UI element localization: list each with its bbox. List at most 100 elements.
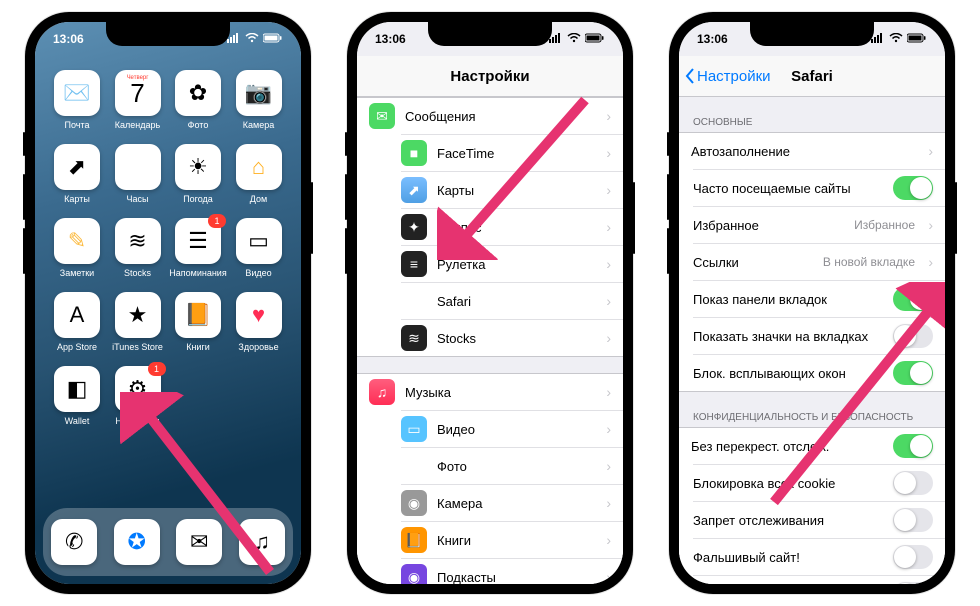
weather-app[interactable]: ☀︎ Погода	[168, 144, 228, 204]
battery-icon	[907, 32, 927, 46]
app-label: Камера	[229, 120, 289, 130]
safari-row[interactable]: ✪Safari›	[401, 282, 623, 319]
app-label: Книги	[168, 342, 228, 352]
toggle[interactable]	[893, 287, 933, 311]
stocks-app[interactable]: ≋ Stocks	[108, 218, 168, 278]
autofill-row[interactable]: Автозаполнение›	[679, 133, 945, 169]
cross-track-row[interactable]: Без перекрест. отслеж.	[679, 428, 945, 464]
photos-app[interactable]: ✿Фото	[168, 70, 228, 130]
health-app[interactable]: ♥Здоровье	[229, 292, 289, 352]
chevron-icon: ›	[606, 182, 611, 198]
cookies-row[interactable]: Блокировка всех cookie	[693, 464, 945, 501]
music-row-icon: ♫	[369, 379, 395, 405]
facetime-row[interactable]: ■FaceTime›	[401, 134, 623, 171]
maps-app-icon: ⬈	[54, 144, 100, 190]
app-label: Фото	[168, 120, 228, 130]
app-label: Заметки	[47, 268, 107, 278]
photos-row-icon: ✿	[401, 453, 427, 479]
fav-row[interactable]: ИзбранноеИзбранное›	[693, 206, 945, 243]
app-label: Погода	[168, 194, 228, 204]
app-label: Видео	[229, 268, 289, 278]
back-button[interactable]: Настройки	[685, 68, 771, 85]
appstore-app-icon: A	[54, 292, 100, 338]
row-label: Компас	[437, 220, 482, 235]
stocks-row[interactable]: ≋Stocks›	[401, 319, 623, 356]
safari-app[interactable]: ✪	[107, 519, 167, 565]
row-value: Избранное	[854, 218, 915, 232]
phone-app[interactable]: ✆	[44, 519, 104, 565]
messages-row[interactable]: ✉︎Сообщения›	[357, 98, 623, 134]
dnt-row[interactable]: Запрет отслеживания	[693, 501, 945, 538]
row-label: Ссылки	[693, 255, 739, 270]
camera-row[interactable]: ◉Камера›	[401, 484, 623, 521]
notch	[750, 22, 874, 46]
maps-row[interactable]: ⬈Карты›	[401, 171, 623, 208]
toggle[interactable]	[893, 176, 933, 200]
home-app[interactable]: ⌂Дом	[229, 144, 289, 204]
video-row[interactable]: ▭Видео›	[401, 410, 623, 447]
appstore-app[interactable]: AApp Store	[47, 292, 107, 352]
row-label: Сообщения	[405, 109, 476, 124]
settings-app[interactable]: ⚙︎1Настройки	[108, 366, 168, 426]
compass-row[interactable]: ✦Компас›	[401, 208, 623, 245]
notch	[106, 22, 230, 46]
calendar-app[interactable]: 7ЧетвергКалендарь	[108, 70, 168, 130]
measure-row[interactable]: ≡Рулетка›	[401, 245, 623, 282]
toggle[interactable]	[893, 582, 933, 584]
stocks-app-icon: ≋	[115, 218, 161, 264]
nav-bar: Настройки	[357, 56, 623, 97]
messages-app-icon: ✉︎	[176, 519, 222, 565]
toggle[interactable]	[893, 508, 933, 532]
books-app-icon: 📙	[175, 292, 221, 338]
app-label: Stocks	[108, 268, 168, 278]
music-app[interactable]: ♫	[232, 519, 292, 565]
books-row[interactable]: 📙Книги›	[401, 521, 623, 558]
tab-icons-row[interactable]: Показать значки на вкладках	[693, 317, 945, 354]
camera-app[interactable]: 📷Камера	[229, 70, 289, 130]
wifi-icon	[889, 32, 903, 46]
weather-app-icon: ☀︎	[175, 144, 221, 190]
toggle[interactable]	[893, 471, 933, 495]
itunes-app[interactable]: ★iTunes Store	[108, 292, 168, 352]
chevron-icon: ›	[606, 219, 611, 235]
photos-row[interactable]: ✿Фото›	[401, 447, 623, 484]
books-row-icon: 📙	[401, 527, 427, 553]
videos-app[interactable]: ▭Видео	[229, 218, 289, 278]
toggle[interactable]	[893, 324, 933, 348]
facetime-row-icon: ■	[401, 140, 427, 166]
toggle[interactable]	[893, 545, 933, 569]
clock-app[interactable]: ◷Часы	[108, 144, 168, 204]
links-row[interactable]: СсылкиВ новой вкладке›	[693, 243, 945, 280]
status-time: 13:06	[697, 32, 743, 46]
wallet-app[interactable]: ◧Wallet	[47, 366, 107, 426]
freq-row[interactable]: Часто посещаемые сайты	[693, 169, 945, 206]
chevron-icon: ›	[928, 143, 933, 159]
app-label: Здоровье	[229, 342, 289, 352]
itunes-app-icon: ★	[115, 292, 161, 338]
books-app[interactable]: 📙 Книги	[168, 292, 228, 352]
chevron-icon: ›	[606, 569, 611, 584]
music-row[interactable]: ♫Музыка›	[357, 374, 623, 410]
toggle[interactable]	[893, 361, 933, 385]
toggle[interactable]	[893, 434, 933, 458]
messages-row-icon: ✉︎	[369, 103, 395, 129]
phone-2-settings: 13:06 Настройки ✉︎Сообщения›■FaceTime›⬈К…	[347, 12, 633, 594]
stocks-row-icon: ≋	[401, 325, 427, 351]
music-app-icon: ♫	[239, 519, 285, 565]
messages-app[interactable]: ✉︎	[169, 519, 229, 565]
maps-app[interactable]: ⬈Карты	[47, 144, 107, 204]
podcasts-row[interactable]: ◉Подкасты›	[401, 558, 623, 584]
fraud-row[interactable]: Фальшивый сайт!	[693, 538, 945, 575]
reminders-app[interactable]: ☰1Напоминания	[168, 218, 228, 278]
chevron-icon: ›	[606, 421, 611, 437]
notes-app[interactable]: ✎Заметки	[47, 218, 107, 278]
chevron-icon: ›	[606, 256, 611, 272]
chevron-icon: ›	[606, 458, 611, 474]
mail-app[interactable]: ✉️Почта	[47, 70, 107, 130]
chevron-icon: ›	[606, 532, 611, 548]
wallet-app-icon: ◧	[54, 366, 100, 412]
popup-row[interactable]: Блок. всплывающих окон	[693, 354, 945, 391]
cammic-row[interactable]: Камера и микрофон	[693, 575, 945, 584]
app-label: Календарь	[108, 120, 168, 130]
tab-bar-row[interactable]: Показ панели вкладок	[693, 280, 945, 317]
